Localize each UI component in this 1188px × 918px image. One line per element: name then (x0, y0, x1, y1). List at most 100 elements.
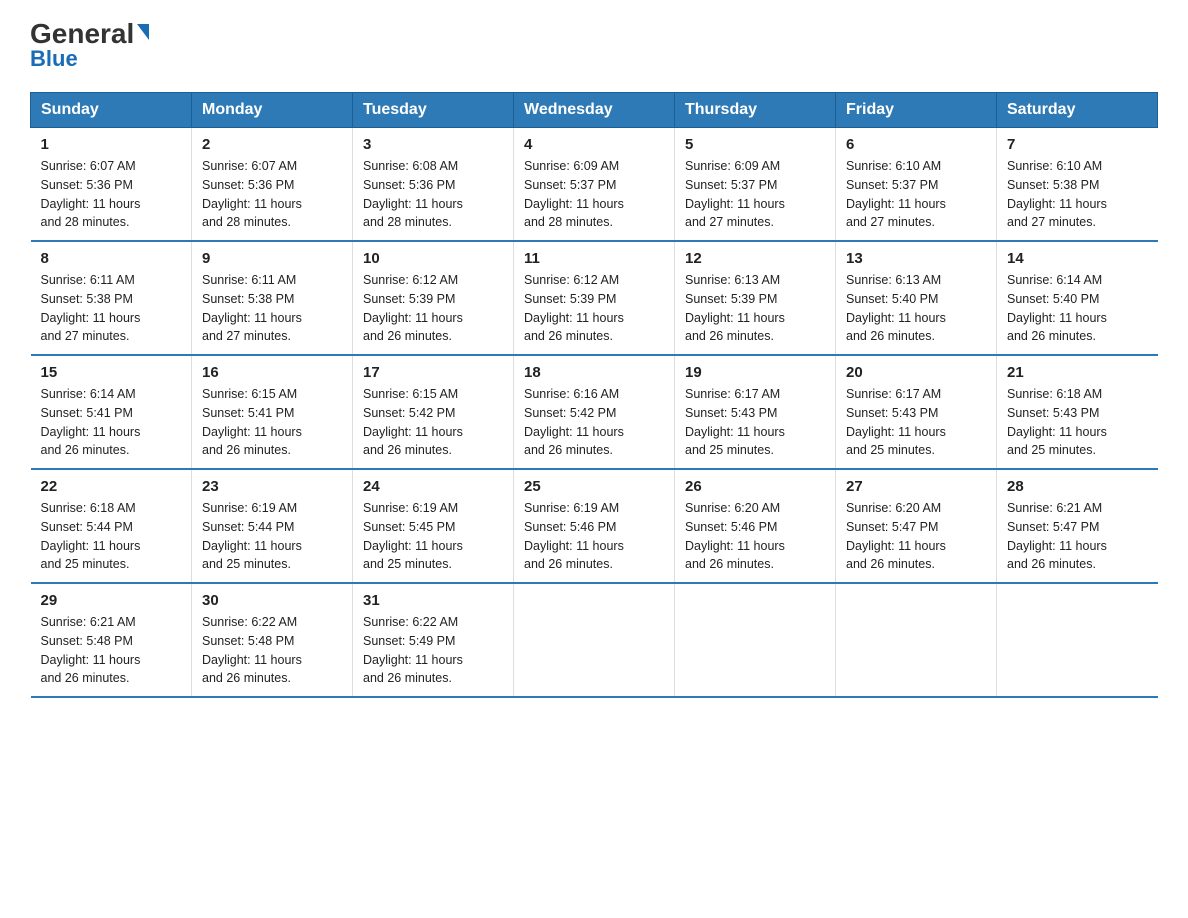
calendar-cell: 29 Sunrise: 6:21 AMSunset: 5:48 PMDaylig… (31, 583, 192, 697)
day-number: 9 (202, 250, 342, 267)
day-number: 23 (202, 478, 342, 495)
calendar-cell: 19 Sunrise: 6:17 AMSunset: 5:43 PMDaylig… (675, 355, 836, 469)
calendar-cell: 3 Sunrise: 6:08 AMSunset: 5:36 PMDayligh… (353, 128, 514, 242)
day-info: Sunrise: 6:13 AMSunset: 5:39 PMDaylight:… (685, 271, 825, 346)
calendar-cell: 18 Sunrise: 6:16 AMSunset: 5:42 PMDaylig… (514, 355, 675, 469)
calendar-cell (836, 583, 997, 697)
day-info: Sunrise: 6:07 AMSunset: 5:36 PMDaylight:… (41, 157, 182, 232)
day-info: Sunrise: 6:07 AMSunset: 5:36 PMDaylight:… (202, 157, 342, 232)
header-saturday: Saturday (997, 93, 1158, 128)
calendar-cell: 23 Sunrise: 6:19 AMSunset: 5:44 PMDaylig… (192, 469, 353, 583)
day-info: Sunrise: 6:13 AMSunset: 5:40 PMDaylight:… (846, 271, 986, 346)
day-info: Sunrise: 6:21 AMSunset: 5:47 PMDaylight:… (1007, 499, 1148, 574)
day-number: 14 (1007, 250, 1148, 267)
day-number: 18 (524, 364, 664, 381)
day-number: 29 (41, 592, 182, 609)
day-info: Sunrise: 6:11 AMSunset: 5:38 PMDaylight:… (202, 271, 342, 346)
day-info: Sunrise: 6:18 AMSunset: 5:44 PMDaylight:… (41, 499, 182, 574)
calendar-cell: 12 Sunrise: 6:13 AMSunset: 5:39 PMDaylig… (675, 241, 836, 355)
day-info: Sunrise: 6:10 AMSunset: 5:38 PMDaylight:… (1007, 157, 1148, 232)
day-info: Sunrise: 6:21 AMSunset: 5:48 PMDaylight:… (41, 613, 182, 688)
day-number: 25 (524, 478, 664, 495)
day-info: Sunrise: 6:12 AMSunset: 5:39 PMDaylight:… (363, 271, 503, 346)
calendar-cell: 17 Sunrise: 6:15 AMSunset: 5:42 PMDaylig… (353, 355, 514, 469)
calendar-cell: 27 Sunrise: 6:20 AMSunset: 5:47 PMDaylig… (836, 469, 997, 583)
day-info: Sunrise: 6:12 AMSunset: 5:39 PMDaylight:… (524, 271, 664, 346)
header-sunday: Sunday (31, 93, 192, 128)
day-number: 5 (685, 136, 825, 153)
day-number: 13 (846, 250, 986, 267)
calendar-table: SundayMondayTuesdayWednesdayThursdayFrid… (30, 92, 1158, 698)
calendar-cell: 25 Sunrise: 6:19 AMSunset: 5:46 PMDaylig… (514, 469, 675, 583)
day-info: Sunrise: 6:10 AMSunset: 5:37 PMDaylight:… (846, 157, 986, 232)
day-info: Sunrise: 6:22 AMSunset: 5:49 PMDaylight:… (363, 613, 503, 688)
calendar-cell: 24 Sunrise: 6:19 AMSunset: 5:45 PMDaylig… (353, 469, 514, 583)
day-number: 31 (363, 592, 503, 609)
logo: General Blue (30, 20, 149, 72)
calendar-cell: 22 Sunrise: 6:18 AMSunset: 5:44 PMDaylig… (31, 469, 192, 583)
calendar-cell: 11 Sunrise: 6:12 AMSunset: 5:39 PMDaylig… (514, 241, 675, 355)
calendar-cell: 31 Sunrise: 6:22 AMSunset: 5:49 PMDaylig… (353, 583, 514, 697)
day-info: Sunrise: 6:17 AMSunset: 5:43 PMDaylight:… (846, 385, 986, 460)
day-info: Sunrise: 6:15 AMSunset: 5:42 PMDaylight:… (363, 385, 503, 460)
header-thursday: Thursday (675, 93, 836, 128)
day-number: 1 (41, 136, 182, 153)
day-info: Sunrise: 6:17 AMSunset: 5:43 PMDaylight:… (685, 385, 825, 460)
calendar-cell: 6 Sunrise: 6:10 AMSunset: 5:37 PMDayligh… (836, 128, 997, 242)
header-monday: Monday (192, 93, 353, 128)
day-number: 22 (41, 478, 182, 495)
calendar-cell: 1 Sunrise: 6:07 AMSunset: 5:36 PMDayligh… (31, 128, 192, 242)
day-number: 11 (524, 250, 664, 267)
day-info: Sunrise: 6:15 AMSunset: 5:41 PMDaylight:… (202, 385, 342, 460)
day-number: 27 (846, 478, 986, 495)
calendar-cell: 8 Sunrise: 6:11 AMSunset: 5:38 PMDayligh… (31, 241, 192, 355)
calendar-cell: 14 Sunrise: 6:14 AMSunset: 5:40 PMDaylig… (997, 241, 1158, 355)
day-number: 8 (41, 250, 182, 267)
day-info: Sunrise: 6:09 AMSunset: 5:37 PMDaylight:… (524, 157, 664, 232)
header-tuesday: Tuesday (353, 93, 514, 128)
day-info: Sunrise: 6:08 AMSunset: 5:36 PMDaylight:… (363, 157, 503, 232)
calendar-cell: 28 Sunrise: 6:21 AMSunset: 5:47 PMDaylig… (997, 469, 1158, 583)
logo-blue: Blue (30, 46, 78, 72)
day-number: 17 (363, 364, 503, 381)
day-info: Sunrise: 6:16 AMSunset: 5:42 PMDaylight:… (524, 385, 664, 460)
day-info: Sunrise: 6:09 AMSunset: 5:37 PMDaylight:… (685, 157, 825, 232)
calendar-cell (997, 583, 1158, 697)
day-number: 6 (846, 136, 986, 153)
calendar-header-row: SundayMondayTuesdayWednesdayThursdayFrid… (31, 93, 1158, 128)
day-info: Sunrise: 6:20 AMSunset: 5:46 PMDaylight:… (685, 499, 825, 574)
calendar-cell: 16 Sunrise: 6:15 AMSunset: 5:41 PMDaylig… (192, 355, 353, 469)
calendar-cell: 21 Sunrise: 6:18 AMSunset: 5:43 PMDaylig… (997, 355, 1158, 469)
day-info: Sunrise: 6:19 AMSunset: 5:44 PMDaylight:… (202, 499, 342, 574)
day-number: 30 (202, 592, 342, 609)
day-number: 21 (1007, 364, 1148, 381)
calendar-cell: 7 Sunrise: 6:10 AMSunset: 5:38 PMDayligh… (997, 128, 1158, 242)
day-number: 15 (41, 364, 182, 381)
calendar-cell: 5 Sunrise: 6:09 AMSunset: 5:37 PMDayligh… (675, 128, 836, 242)
day-info: Sunrise: 6:18 AMSunset: 5:43 PMDaylight:… (1007, 385, 1148, 460)
day-number: 26 (685, 478, 825, 495)
calendar-cell (675, 583, 836, 697)
calendar-cell: 10 Sunrise: 6:12 AMSunset: 5:39 PMDaylig… (353, 241, 514, 355)
calendar-cell: 9 Sunrise: 6:11 AMSunset: 5:38 PMDayligh… (192, 241, 353, 355)
day-info: Sunrise: 6:19 AMSunset: 5:45 PMDaylight:… (363, 499, 503, 574)
week-row-4: 22 Sunrise: 6:18 AMSunset: 5:44 PMDaylig… (31, 469, 1158, 583)
day-number: 19 (685, 364, 825, 381)
page-header: General Blue (30, 20, 1158, 72)
week-row-1: 1 Sunrise: 6:07 AMSunset: 5:36 PMDayligh… (31, 128, 1158, 242)
day-number: 4 (524, 136, 664, 153)
week-row-3: 15 Sunrise: 6:14 AMSunset: 5:41 PMDaylig… (31, 355, 1158, 469)
day-number: 24 (363, 478, 503, 495)
day-number: 7 (1007, 136, 1148, 153)
header-wednesday: Wednesday (514, 93, 675, 128)
week-row-2: 8 Sunrise: 6:11 AMSunset: 5:38 PMDayligh… (31, 241, 1158, 355)
logo-general: General (30, 20, 149, 48)
day-info: Sunrise: 6:22 AMSunset: 5:48 PMDaylight:… (202, 613, 342, 688)
day-number: 12 (685, 250, 825, 267)
header-friday: Friday (836, 93, 997, 128)
calendar-cell: 13 Sunrise: 6:13 AMSunset: 5:40 PMDaylig… (836, 241, 997, 355)
day-info: Sunrise: 6:14 AMSunset: 5:41 PMDaylight:… (41, 385, 182, 460)
day-number: 10 (363, 250, 503, 267)
calendar-cell: 20 Sunrise: 6:17 AMSunset: 5:43 PMDaylig… (836, 355, 997, 469)
calendar-cell (514, 583, 675, 697)
